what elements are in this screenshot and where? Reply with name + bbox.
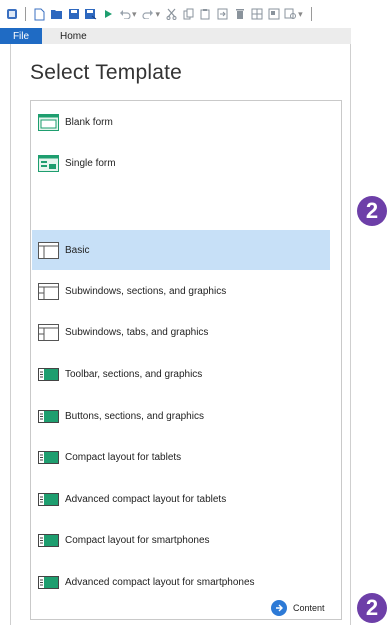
template-item-label: Subwindows, tabs, and graphics <box>65 326 209 338</box>
template-item[interactable]: Subwindows, tabs, and graphics <box>32 312 330 352</box>
toolbar-layout-icon <box>38 408 59 425</box>
select-template-panel: Select Template Blank form Single form B… <box>10 44 351 625</box>
toolbar-layout-icon <box>38 449 59 466</box>
template-item[interactable]: Advanced compact layout for smartphones <box>32 562 330 602</box>
template-item-label: Subwindows, sections, and graphics <box>65 285 227 297</box>
new-file-icon[interactable] <box>32 6 47 22</box>
save-as-icon[interactable] <box>83 6 98 22</box>
toolbar-separator <box>25 7 26 21</box>
paste-icon[interactable] <box>198 6 213 22</box>
copy-icon[interactable] <box>181 6 196 22</box>
redo-dropdown-icon[interactable]: ▾ <box>156 9 161 19</box>
cut-icon[interactable] <box>164 6 179 22</box>
delete-icon[interactable] <box>232 6 247 22</box>
quick-access-toolbar: ▾ ▾ ▾ <box>0 0 391 28</box>
app-menu-icon[interactable] <box>4 6 19 22</box>
step-badge: 2 <box>357 593 387 623</box>
duplicate-icon[interactable] <box>215 6 230 22</box>
undo-dropdown-icon[interactable]: ▾ <box>132 9 137 19</box>
template-item-label: Basic <box>65 244 90 256</box>
grid-icon[interactable] <box>249 6 264 22</box>
toolbar-separator <box>310 7 312 21</box>
subwindows-layout-icon <box>38 323 59 341</box>
step-badge: 2 <box>357 196 387 226</box>
preview-icon[interactable] <box>283 6 298 22</box>
open-folder-icon[interactable] <box>49 6 64 22</box>
template-item[interactable]: Compact layout for tablets <box>32 437 330 477</box>
template-item[interactable]: Toolbar, sections, and graphics <box>32 354 330 394</box>
content-button-label: Content <box>293 603 325 613</box>
run-icon[interactable] <box>100 6 115 22</box>
page-title: Select Template <box>30 61 183 84</box>
redo-icon[interactable] <box>141 6 156 22</box>
basic-layout-icon <box>38 241 59 259</box>
single-form-icon <box>38 154 59 172</box>
template-item-label: Advanced compact layout for tablets <box>65 493 227 505</box>
save-icon[interactable] <box>66 6 81 22</box>
template-item[interactable]: Blank form <box>32 102 330 142</box>
template-item[interactable]: Buttons, sections, and graphics <box>32 396 330 436</box>
template-item[interactable]: Advanced compact layout for tablets <box>32 479 330 519</box>
template-item-label: Blank form <box>65 116 113 128</box>
template-item-selected[interactable]: Basic <box>32 230 330 270</box>
template-item-label: Buttons, sections, and graphics <box>65 410 204 422</box>
layout-icon[interactable] <box>266 6 281 22</box>
undo-icon[interactable] <box>117 6 132 22</box>
template-item-label: Single form <box>65 157 116 169</box>
template-item-label: Toolbar, sections, and graphics <box>65 368 203 380</box>
template-item[interactable]: Compact layout for smartphones <box>32 520 330 560</box>
tab-file[interactable]: File <box>0 28 42 44</box>
toolbar-layout-icon <box>38 532 59 549</box>
template-item-label: Compact layout for tablets <box>65 451 182 463</box>
customize-toolbar-icon[interactable]: ▾ <box>298 9 303 19</box>
tab-home[interactable]: Home <box>42 28 87 44</box>
template-list: Blank form Single form Basic Subwindows,… <box>30 100 342 620</box>
toolbar-layout-icon <box>38 366 59 383</box>
toolbar-layout-icon <box>38 574 59 591</box>
toolbar-layout-icon <box>38 491 59 508</box>
template-item-label: Compact layout for smartphones <box>65 534 210 546</box>
blank-form-icon <box>38 113 59 131</box>
template-item-label: Advanced compact layout for smartphones <box>65 576 255 588</box>
template-item[interactable]: Single form <box>32 143 330 183</box>
content-button[interactable]: Content <box>271 600 325 616</box>
arrow-right-icon <box>271 600 287 616</box>
ribbon-tab-bar: File Home <box>0 28 351 44</box>
subwindows-layout-icon <box>38 282 59 300</box>
template-item[interactable]: Subwindows, sections, and graphics <box>32 271 330 311</box>
